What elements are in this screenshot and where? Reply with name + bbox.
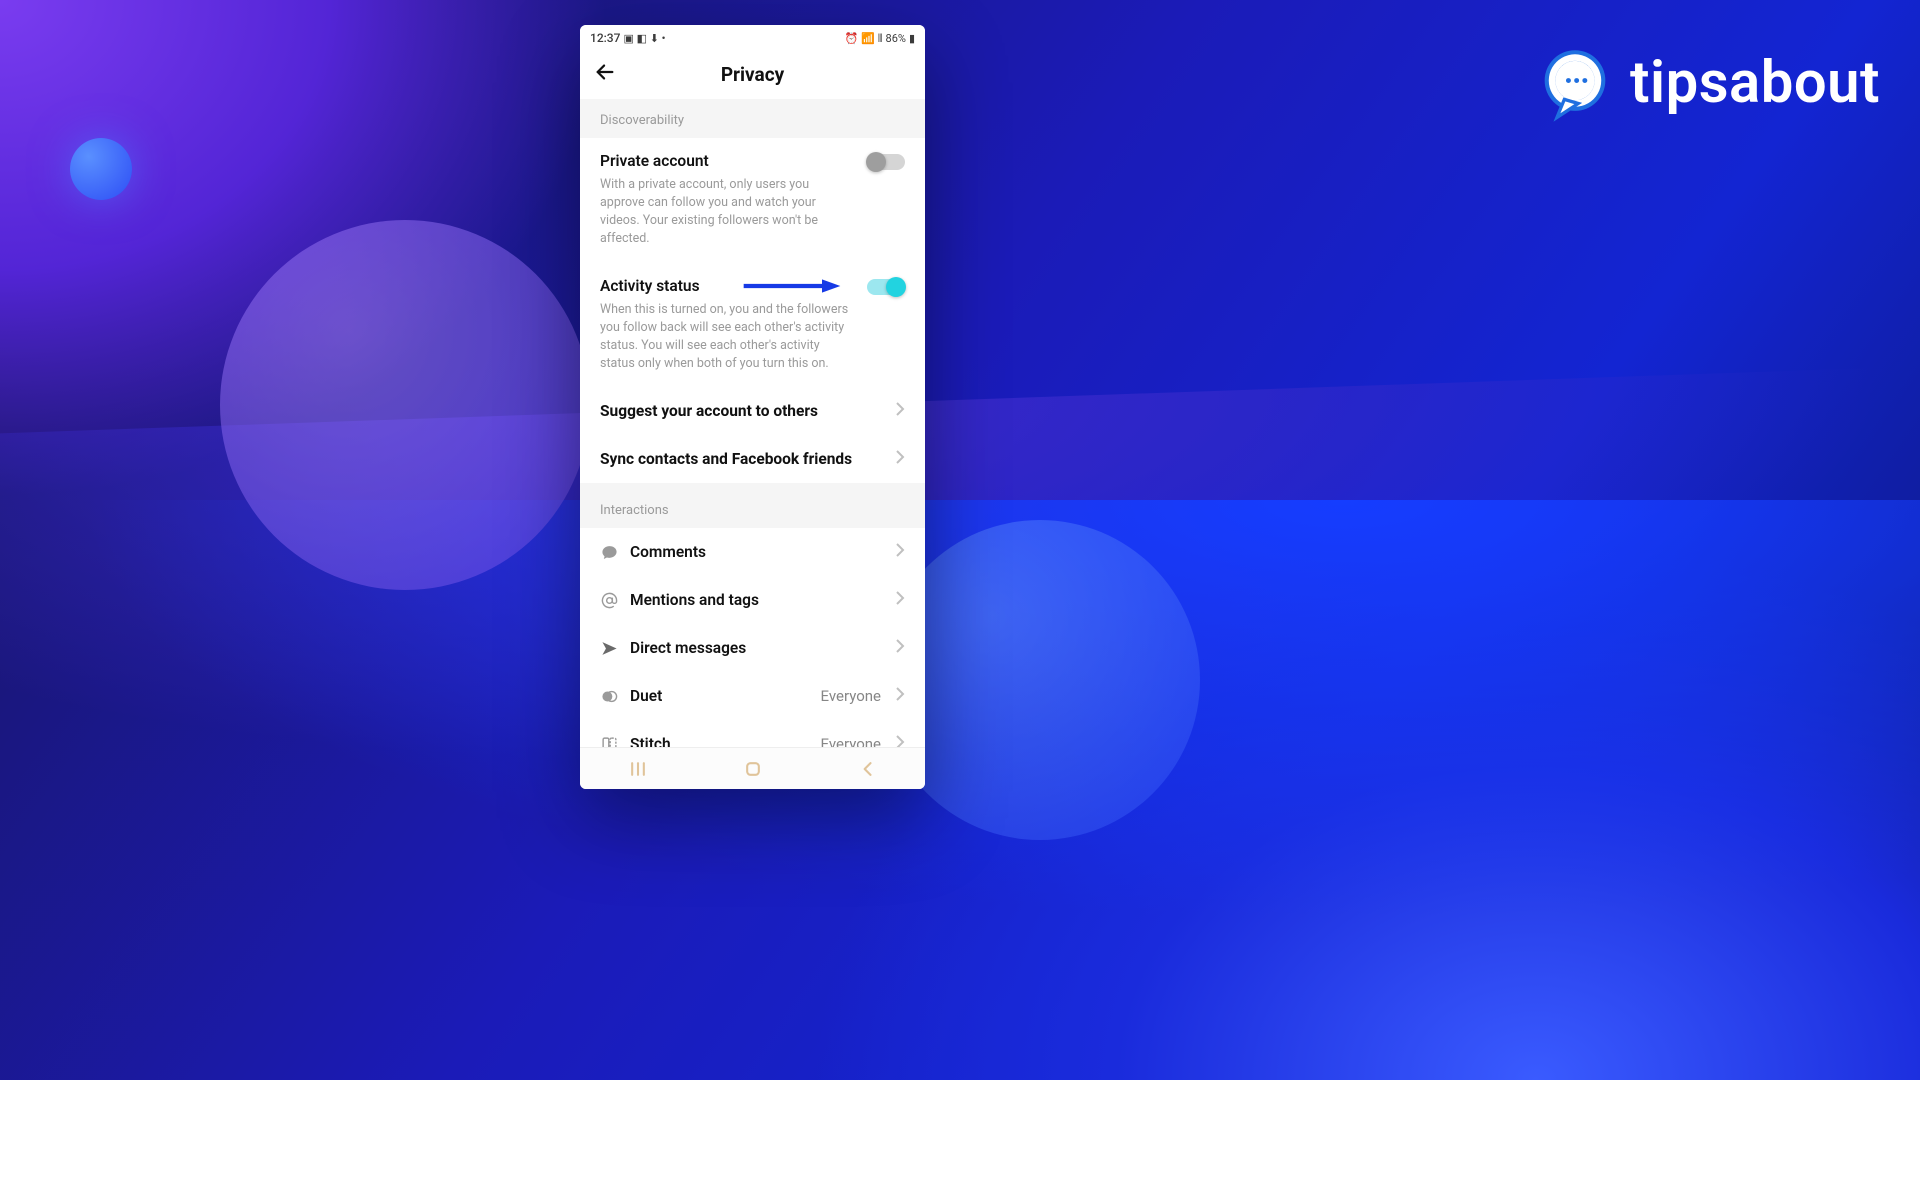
back-button[interactable] xyxy=(594,61,616,87)
private-account-description: With a private account, only users you a… xyxy=(600,176,855,249)
section-header-interactions: Interactions xyxy=(580,483,925,528)
stitch-label: Stitch xyxy=(630,735,809,747)
stitch-value: Everyone xyxy=(821,735,881,747)
annotation-arrow-icon xyxy=(742,277,842,291)
tipsabout-logo-icon xyxy=(1534,42,1616,124)
statusbar-app-icons: ▣ ◧ ⬇ • xyxy=(623,33,665,44)
background-circle xyxy=(220,220,590,590)
android-status-bar: 12:37 ▣ ◧ ⬇ • ⏰ 📶 ⫴ 86% ▮ xyxy=(580,25,925,49)
row-private-account[interactable]: Private account With a private account, … xyxy=(580,138,925,263)
row-duet[interactable]: Duet Everyone xyxy=(580,672,925,720)
back-nav-button[interactable] xyxy=(857,758,879,780)
mentions-icon xyxy=(600,591,618,609)
stitch-icon xyxy=(600,735,618,747)
suggest-account-title: Suggest your account to others xyxy=(600,402,883,420)
statusbar-time: 12:37 xyxy=(590,31,620,45)
page-title: Privacy xyxy=(721,63,784,86)
home-button[interactable] xyxy=(742,758,764,780)
alarm-icon: ⏰ xyxy=(844,33,858,44)
duet-value: Everyone xyxy=(821,687,881,705)
chevron-right-icon xyxy=(895,449,905,469)
row-suggest-account[interactable]: Suggest your account to others xyxy=(580,387,925,435)
phone-mockup: 12:37 ▣ ◧ ⬇ • ⏰ 📶 ⫴ 86% ▮ Privacy Discov… xyxy=(580,25,925,789)
chevron-right-icon xyxy=(895,734,905,747)
android-navigation-bar xyxy=(580,747,925,789)
comments-icon xyxy=(600,543,618,561)
background-circle xyxy=(70,138,132,200)
recents-button[interactable] xyxy=(627,758,649,780)
sync-contacts-title: Sync contacts and Facebook friends xyxy=(600,450,883,468)
row-activity-status[interactable]: Activity status When this is turned on, … xyxy=(580,263,925,388)
row-stitch[interactable]: Stitch Everyone xyxy=(580,720,925,747)
chevron-right-icon xyxy=(895,401,905,421)
battery-icon: ▮ xyxy=(909,33,915,44)
dm-label: Direct messages xyxy=(630,639,883,657)
row-comments[interactable]: Comments xyxy=(580,528,925,576)
brand-name: tipsabout xyxy=(1630,49,1880,117)
mentions-label: Mentions and tags xyxy=(630,591,883,609)
wifi-icon: 📶 xyxy=(861,33,875,44)
statusbar-battery: 86% xyxy=(886,32,906,45)
background-circle xyxy=(880,520,1200,840)
comments-label: Comments xyxy=(630,543,883,561)
activity-status-toggle[interactable] xyxy=(867,279,905,295)
chevron-right-icon xyxy=(895,590,905,610)
signal-icon: ⫴ xyxy=(878,33,883,44)
direct-messages-icon xyxy=(600,639,618,657)
row-sync-contacts[interactable]: Sync contacts and Facebook friends xyxy=(580,435,925,483)
chevron-right-icon xyxy=(895,542,905,562)
section-header-discoverability: Discoverability xyxy=(580,99,925,138)
private-account-toggle[interactable] xyxy=(867,154,905,170)
row-mentions-tags[interactable]: Mentions and tags xyxy=(580,576,925,624)
activity-status-description: When this is turned on, you and the foll… xyxy=(600,301,855,374)
row-direct-messages[interactable]: Direct messages xyxy=(580,624,925,672)
duet-label: Duet xyxy=(630,687,809,705)
settings-content[interactable]: Discoverability Private account With a p… xyxy=(580,99,925,747)
title-bar: Privacy xyxy=(580,49,925,99)
chevron-right-icon xyxy=(895,686,905,706)
brand-logo-container: tipsabout xyxy=(1534,42,1880,124)
private-account-title: Private account xyxy=(600,152,855,170)
chevron-right-icon xyxy=(895,638,905,658)
duet-icon xyxy=(600,687,618,705)
